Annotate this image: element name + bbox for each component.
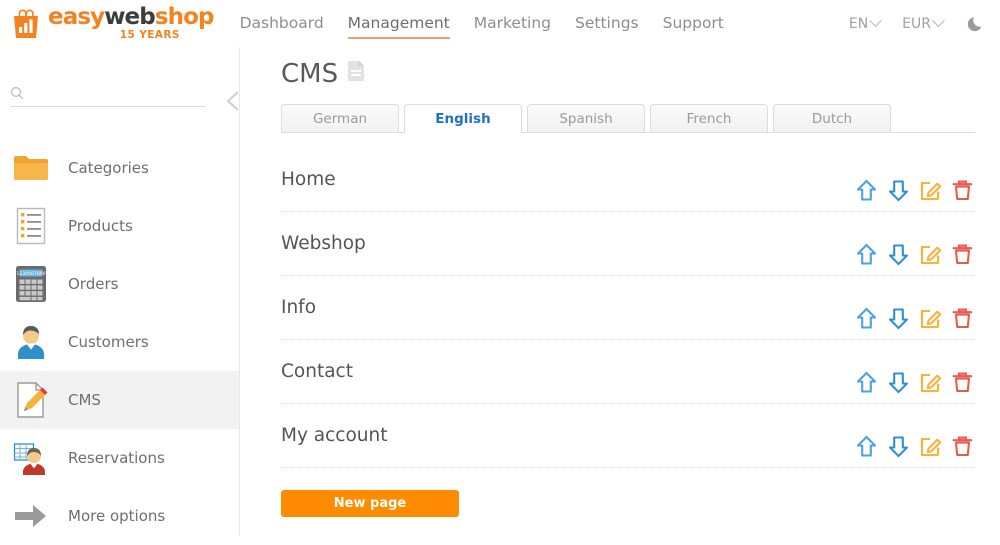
row-actions <box>854 178 975 203</box>
delete-icon[interactable] <box>950 306 975 331</box>
edit-icon[interactable] <box>918 178 943 203</box>
delete-icon[interactable] <box>950 370 975 395</box>
main-nav: Dashboard Management Marketing Settings … <box>228 0 736 47</box>
sidebar-nav: Categories Products 1234567890 Orders Cu… <box>0 139 239 545</box>
cms-page-list: Home Webshop Info Contact My account <box>281 148 975 468</box>
brand-shop: shop <box>154 4 215 31</box>
row-actions <box>854 242 975 267</box>
top-header: easywebshop 15 YEARS Dashboard Managemen… <box>0 0 1000 47</box>
sidebar-item-label: Reservations <box>68 449 165 467</box>
delete-icon[interactable] <box>950 434 975 459</box>
sidebar: Categories Products 1234567890 Orders Cu… <box>0 47 240 535</box>
row-actions <box>854 306 975 331</box>
move-up-icon[interactable] <box>854 434 879 459</box>
move-down-icon[interactable] <box>886 434 911 459</box>
moon-icon[interactable] <box>967 14 986 33</box>
search-icon <box>10 86 24 99</box>
edit-icon[interactable] <box>918 370 943 395</box>
table-row: Webshop <box>281 212 975 276</box>
sidebar-item-products[interactable]: Products <box>0 197 239 255</box>
tab-spanish[interactable]: Spanish <box>527 104 645 132</box>
move-up-icon[interactable] <box>854 306 879 331</box>
row-actions <box>854 370 975 395</box>
table-user-icon <box>12 439 50 477</box>
sidebar-item-label: More options <box>68 507 166 525</box>
currency-label: EUR <box>902 15 931 32</box>
sidebar-item-cms[interactable]: CMS <box>0 371 239 429</box>
folder-icon <box>12 149 50 187</box>
header-controls: EN EUR <box>827 0 986 47</box>
logo[interactable]: easywebshop 15 YEARS <box>10 0 214 47</box>
delete-icon[interactable] <box>950 178 975 203</box>
nav-item-dashboard[interactable]: Dashboard <box>240 12 324 36</box>
table-row: Contact <box>281 340 975 404</box>
page-name: Home <box>281 169 336 190</box>
page-title: CMS <box>281 59 365 89</box>
search-box[interactable] <box>10 85 206 107</box>
currency-selector[interactable]: EUR <box>902 14 945 32</box>
new-page-button[interactable]: New page <box>281 490 459 517</box>
move-down-icon[interactable] <box>886 178 911 203</box>
sidebar-item-categories[interactable]: Categories <box>0 139 239 197</box>
sidebar-item-customers[interactable]: Customers <box>0 313 239 371</box>
brand-web: web <box>104 4 156 31</box>
tab-german[interactable]: German <box>281 104 399 132</box>
brand-easy: easy <box>48 4 105 31</box>
sidebar-item-label: Products <box>68 217 133 235</box>
sidebar-item-orders[interactable]: 1234567890 Orders <box>0 255 239 313</box>
tab-english[interactable]: English <box>404 104 522 133</box>
sidebar-item-label: Customers <box>68 333 149 351</box>
move-up-icon[interactable] <box>854 370 879 395</box>
sidebar-item-label: Orders <box>68 275 119 293</box>
move-down-icon[interactable] <box>886 370 911 395</box>
row-actions <box>854 434 975 459</box>
search-input[interactable] <box>32 85 200 100</box>
chevron-down-icon <box>932 14 945 28</box>
list-page-icon <box>12 207 50 245</box>
chevron-down-icon <box>869 14 883 28</box>
table-row: Info <box>281 276 975 340</box>
edit-icon[interactable] <box>918 434 943 459</box>
tab-french[interactable]: French <box>650 104 768 132</box>
delete-icon[interactable] <box>950 242 975 267</box>
page-name: Contact <box>281 361 353 382</box>
tab-dutch[interactable]: Dutch <box>773 104 891 132</box>
sidebar-item-reservations[interactable]: Reservations <box>0 429 239 487</box>
svg-text:1234567890: 1234567890 <box>16 271 45 277</box>
edit-icon[interactable] <box>918 242 943 267</box>
edit-icon[interactable] <box>918 306 943 331</box>
page-name: Info <box>281 297 317 318</box>
document-icon <box>347 59 365 89</box>
calculator-icon: 1234567890 <box>12 265 50 303</box>
nav-item-management[interactable]: Management <box>347 12 450 39</box>
nav-item-settings[interactable]: Settings <box>575 12 639 36</box>
move-up-icon[interactable] <box>854 178 879 203</box>
sidebar-item-label: Categories <box>68 159 149 177</box>
language-tabs: German English Spanish French Dutch <box>281 103 975 133</box>
shopping-bag-chart-icon <box>10 7 42 41</box>
user-icon <box>12 323 50 361</box>
move-down-icon[interactable] <box>886 242 911 267</box>
move-down-icon[interactable] <box>886 306 911 331</box>
page-name: My account <box>281 425 388 446</box>
language-selector[interactable]: EN <box>848 14 883 32</box>
language-label: EN <box>848 15 869 32</box>
page-name: Webshop <box>281 233 366 254</box>
table-row: My account <box>281 404 975 468</box>
sidebar-item-more-options[interactable]: More options <box>0 487 239 545</box>
page-pencil-icon <box>12 381 50 419</box>
nav-item-support[interactable]: Support <box>663 12 724 36</box>
brand-tagline: 15 YEARS <box>119 29 180 42</box>
arrow-right-icon <box>12 497 50 535</box>
move-up-icon[interactable] <box>854 242 879 267</box>
main-content: CMS German English Spanish French Dutch … <box>240 47 1000 535</box>
page-title-text: CMS <box>281 59 339 89</box>
brand-name: easywebshop 15 YEARS <box>48 6 214 41</box>
sidebar-item-label: CMS <box>68 391 101 409</box>
nav-item-marketing[interactable]: Marketing <box>474 12 551 36</box>
table-row: Home <box>281 148 975 212</box>
